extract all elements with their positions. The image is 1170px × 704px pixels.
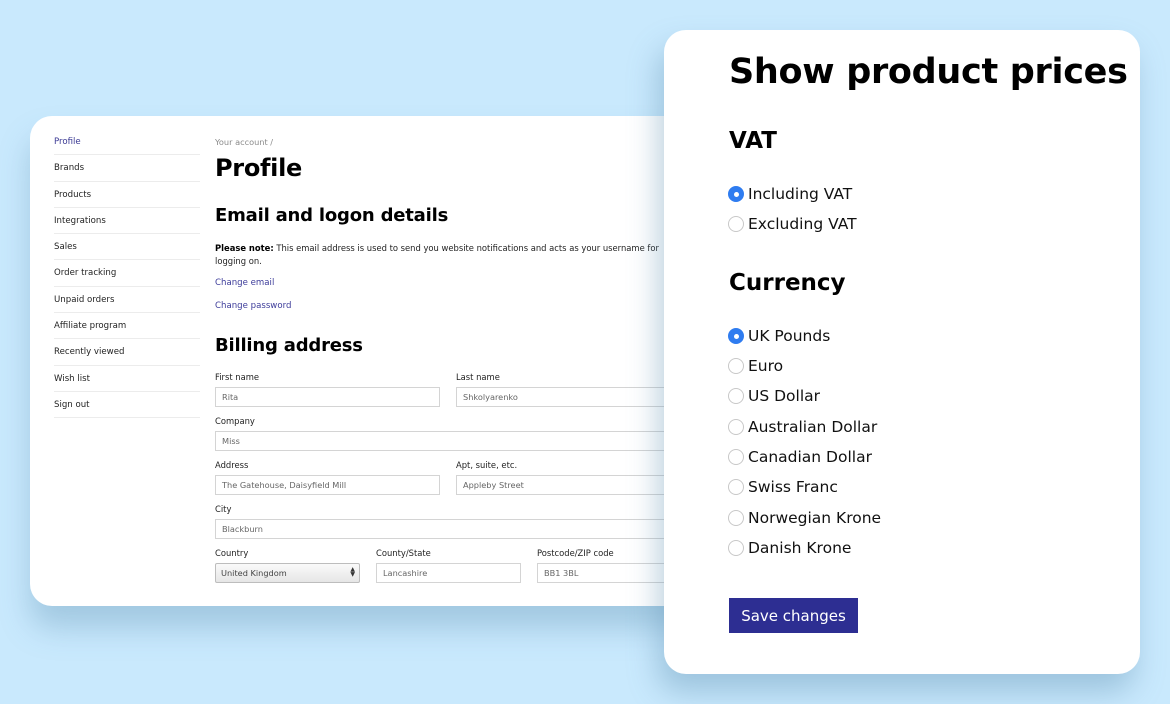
country-label: Country: [215, 548, 249, 558]
city-label: City: [215, 504, 232, 514]
email-note: Please note: This email address is used …: [215, 242, 670, 268]
currency-option-label: Canadian Dollar: [748, 448, 872, 466]
currency-option-label: UK Pounds: [748, 327, 831, 345]
radio-unchecked-icon[interactable]: [728, 419, 744, 435]
first-name-field[interactable]: Rita: [215, 387, 440, 407]
currency-option-australian-dollar[interactable]: Australian Dollar: [728, 416, 877, 438]
page-title: Profile: [215, 154, 302, 182]
postcode-label: Postcode/ZIP code: [537, 548, 614, 558]
currency-option-euro[interactable]: Euro: [728, 355, 783, 377]
sidebar-item-order-tracking[interactable]: Order tracking: [54, 260, 200, 287]
sidebar-item-unpaid-orders[interactable]: Unpaid orders: [54, 287, 200, 314]
note-text: This email address is used to send you w…: [215, 243, 659, 266]
vat-title: VAT: [729, 128, 777, 154]
vat-option-label: Excluding VAT: [748, 215, 857, 233]
currency-option-norwegian-krone[interactable]: Norwegian Krone: [728, 507, 881, 529]
currency-title: Currency: [729, 270, 846, 296]
radio-unchecked-icon[interactable]: [728, 388, 744, 404]
radio-unchecked-icon[interactable]: [728, 479, 744, 495]
last-name-label: Last name: [456, 372, 500, 382]
apt-label: Apt, suite, etc.: [456, 460, 518, 470]
county-label: County/State: [376, 548, 431, 558]
company-field[interactable]: Miss: [215, 431, 730, 451]
select-arrows-icon: ▲ ▼: [350, 566, 355, 578]
sidebar-item-affiliate-program[interactable]: Affiliate program: [54, 313, 200, 340]
currency-option-uk-pounds[interactable]: UK Pounds: [728, 325, 830, 347]
vat-option-excluding[interactable]: Excluding VAT: [728, 213, 857, 235]
currency-option-swiss-franc[interactable]: Swiss Franc: [728, 476, 838, 498]
sidebar-item-profile[interactable]: Profile: [54, 129, 200, 156]
radio-unchecked-icon[interactable]: [728, 358, 744, 374]
radio-unchecked-icon[interactable]: [728, 216, 744, 232]
currency-option-label: US Dollar: [748, 387, 821, 405]
sidebar-item-sales[interactable]: Sales: [54, 234, 200, 261]
sidebar-item-products[interactable]: Products: [54, 182, 200, 208]
currency-option-label: Danish Krone: [748, 539, 852, 557]
vat-option-label: Including VAT: [748, 185, 853, 203]
sidebar-item-sign-out[interactable]: Sign out: [54, 392, 200, 419]
billing-section-title: Billing address: [215, 335, 363, 356]
radio-unchecked-icon[interactable]: [728, 540, 744, 556]
county-field[interactable]: Lancashire: [376, 563, 521, 583]
company-label: Company: [215, 416, 255, 426]
price-settings-card: Show product prices VAT Including VAT Ex…: [664, 30, 1140, 674]
email-section-title: Email and logon details: [215, 205, 449, 226]
price-settings-title: Show product prices: [729, 52, 1128, 92]
currency-option-label: Euro: [748, 357, 784, 375]
currency-option-danish-krone[interactable]: Danish Krone: [728, 537, 851, 559]
profile-main: Your account / Profile Email and logon d…: [215, 116, 730, 606]
note-label: Please note:: [215, 243, 274, 253]
sidebar-item-wish-list[interactable]: Wish list: [54, 366, 200, 392]
country-select[interactable]: United Kingdom ▲ ▼: [215, 563, 360, 583]
radio-unchecked-icon[interactable]: [728, 510, 744, 526]
change-password-link[interactable]: Change password: [215, 301, 291, 311]
save-changes-button[interactable]: Save changes: [729, 598, 858, 633]
account-profile-card: Profile Brands Products Integrations Sal…: [30, 116, 730, 606]
first-name-label: First name: [215, 372, 260, 382]
breadcrumb[interactable]: Your account /: [215, 137, 273, 147]
address-label: Address: [215, 460, 249, 470]
change-email-link[interactable]: Change email: [215, 278, 274, 288]
city-field[interactable]: Blackburn: [215, 519, 730, 539]
account-sidebar: Profile Brands Products Integrations Sal…: [54, 129, 200, 419]
country-select-value: United Kingdom: [221, 568, 287, 578]
currency-option-canadian-dollar[interactable]: Canadian Dollar: [728, 446, 872, 468]
sidebar-item-brands[interactable]: Brands: [54, 155, 200, 182]
currency-option-label: Australian Dollar: [748, 418, 878, 436]
address-field[interactable]: The Gatehouse, Daisyfield Mill: [215, 475, 440, 495]
currency-option-label: Swiss Franc: [748, 478, 838, 496]
radio-checked-icon[interactable]: [728, 328, 744, 344]
vat-option-including[interactable]: Including VAT: [728, 183, 852, 205]
radio-checked-icon[interactable]: [728, 186, 744, 202]
sidebar-item-integrations[interactable]: Integrations: [54, 208, 200, 235]
sidebar-item-recently-viewed[interactable]: Recently viewed: [54, 339, 200, 366]
radio-unchecked-icon[interactable]: [728, 449, 744, 465]
currency-option-label: Norwegian Krone: [748, 509, 882, 527]
currency-option-us-dollar[interactable]: US Dollar: [728, 385, 820, 407]
